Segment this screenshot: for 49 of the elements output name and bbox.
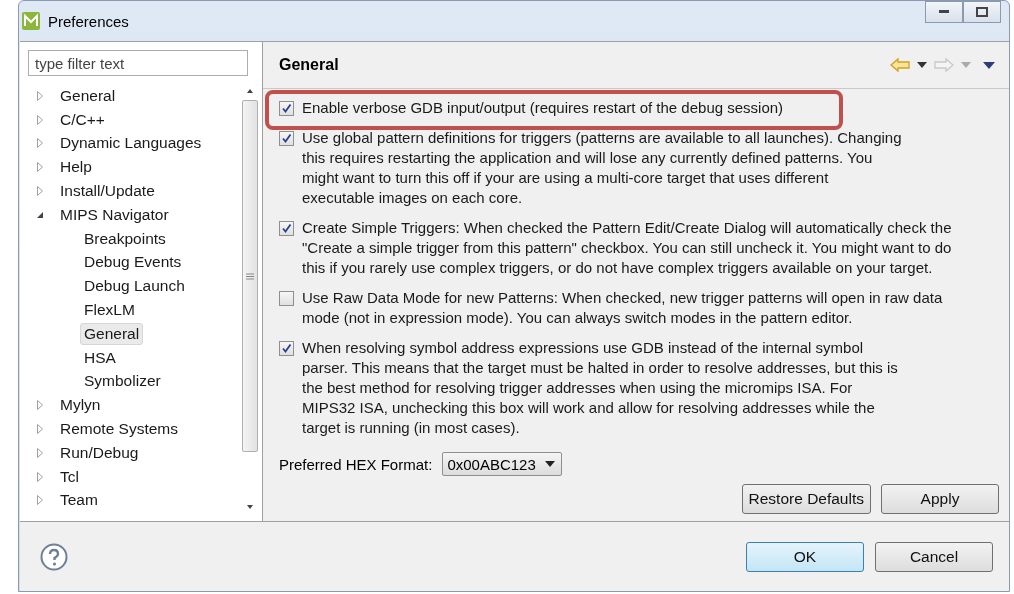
dialog-button[interactable]: Cancel	[875, 541, 993, 572]
option-label: Enable verbose GDB input/output (requires restart of the debug session)	[302, 98, 784, 118]
tree-item[interactable]: Breakpoints	[80, 227, 170, 250]
help-icon[interactable]	[40, 542, 68, 571]
tree-item[interactable]: Team	[56, 489, 102, 512]
option-label: Create Simple Triggers: When checked the Pattern Edit/Create Dialog will automatically check the "Create a simple trigger from this pattern" checkbox. You can still uncheck it. You might want to do this if you rarely use complex triggers, or do not have complex triggers available on your target.	[302, 218, 953, 278]
view-menu-icon[interactable]	[983, 61, 995, 69]
tree-item[interactable]: Help	[56, 156, 96, 179]
tree-item[interactable]: Symbolizer	[80, 370, 165, 393]
checkbox[interactable]	[279, 291, 294, 306]
dialog-button[interactable]: OK	[746, 541, 864, 572]
option-label: Use Raw Data Mode for new Patterns: When checked, new trigger patterns will open in raw data mode (not in expression mode). You can always switch modes in the pattern editor.	[302, 288, 944, 328]
forward-arrow-icon[interactable]	[933, 57, 955, 73]
window-title: Preferences	[48, 12, 129, 30]
tree-item[interactable]: General	[80, 322, 144, 345]
option-label: Use global pattern definitions for triggers (patterns are available to all launches). Changing this requires restarting the application and will lose any currently defined patterns. You might want to turn this off if your are using a multi-core target that uses different executable images on each core.	[302, 128, 902, 208]
app-logo-icon	[22, 12, 40, 30]
tree-item[interactable]: Debug Launch	[80, 275, 189, 298]
dropdown-caret-icon	[545, 461, 556, 467]
page-button[interactable]: Restore Defaults	[741, 484, 871, 514]
tree-item[interactable]: Tcl	[56, 465, 83, 488]
minimize-icon	[939, 10, 949, 14]
tree-item[interactable]: Run/Debug	[56, 441, 143, 464]
tree-item[interactable]: FlexLM	[80, 299, 139, 322]
tree-item[interactable]: Remote Systems	[56, 418, 182, 441]
tree-item[interactable]: MIPS Navigator	[56, 203, 173, 226]
dropdown-caret-icon[interactable]	[917, 62, 927, 68]
tree-item[interactable]: C/C++	[56, 108, 109, 131]
back-arrow-icon[interactable]	[889, 57, 911, 73]
page-title: General	[279, 56, 339, 74]
hex-format-dropdown[interactable]: 0x00ABC123	[442, 452, 563, 476]
option-label: When resolving symbol address expressions use GDB instead of the internal symbol parser. This means that the target must be halted in order to resolve addresses, but this is the best method for resolving trigger addresses when using the micromips ISA. For MIPS32 ISA, unchecking this box will work and allow for resolving addresses while the target is running (in most cases).	[302, 338, 899, 438]
checkbox[interactable]	[279, 131, 294, 146]
filter-field[interactable]: type filter text	[28, 50, 248, 76]
checkbox[interactable]	[279, 341, 294, 356]
tree-item[interactable]: General	[56, 84, 120, 107]
page-button[interactable]: Apply	[881, 484, 999, 514]
minimize-button[interactable]	[925, 1, 963, 23]
maximize-button[interactable]	[963, 1, 1001, 23]
grip-icon	[246, 272, 254, 280]
tree-item[interactable]: Install/Update	[56, 180, 159, 203]
tree-item[interactable]: Mylyn	[56, 394, 105, 417]
checkbox[interactable]	[279, 221, 294, 236]
maximize-icon	[976, 7, 988, 17]
checkbox[interactable]	[279, 101, 294, 116]
tree-item[interactable]: HSA	[80, 346, 120, 369]
tree-item[interactable]: Debug Events	[80, 251, 186, 274]
hex-format-label: Preferred HEX Format:	[279, 455, 433, 473]
tree-item[interactable]: Dynamic Languages	[56, 132, 206, 155]
